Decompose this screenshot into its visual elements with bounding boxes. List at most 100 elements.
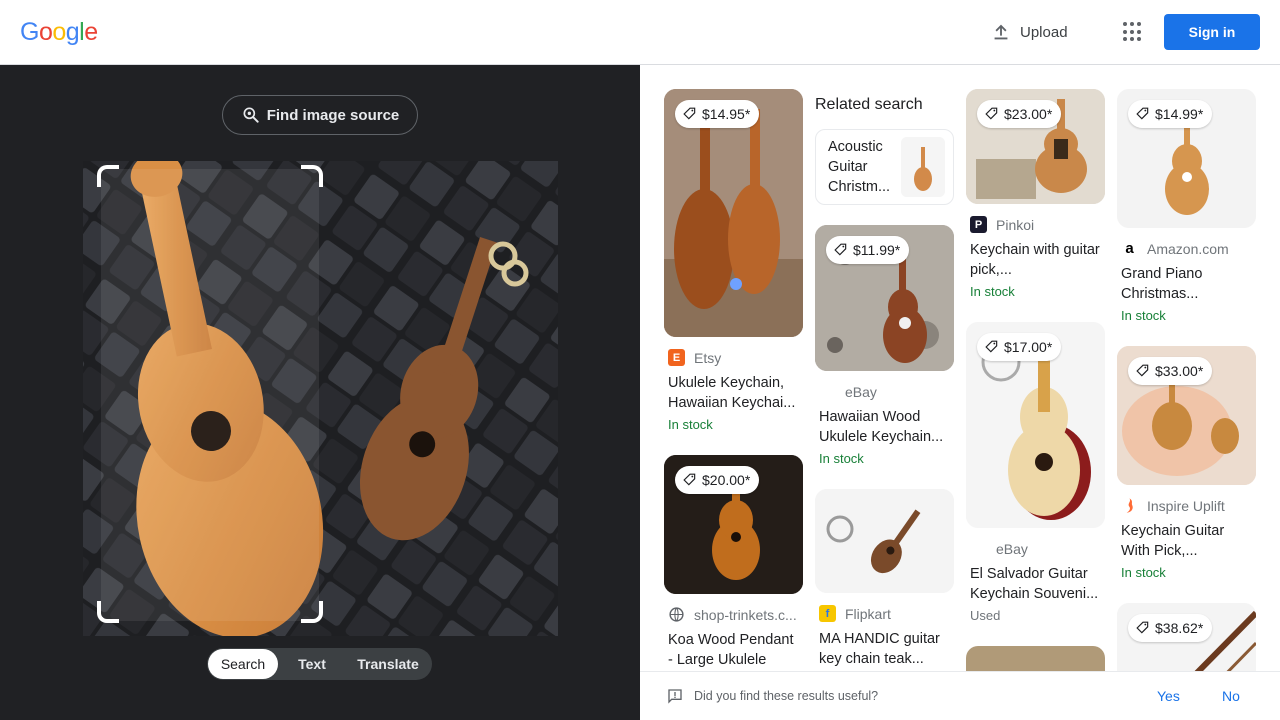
price-tag-icon bbox=[683, 473, 696, 486]
source-name: Etsy bbox=[694, 349, 722, 366]
price-text: $14.99* bbox=[1155, 106, 1204, 122]
result-title[interactable]: MA HANDIC guitar key chain teak... bbox=[819, 629, 949, 669]
logo-letter: g bbox=[65, 18, 80, 46]
stock-status: In stock bbox=[1121, 308, 1166, 323]
crop-handle-bottom-left[interactable] bbox=[97, 601, 119, 623]
result-title[interactable]: Hawaiian Wood Ukulele Keychain... bbox=[819, 407, 949, 447]
result-thumbnail[interactable]: $17.00* bbox=[966, 322, 1105, 528]
feedback-question: Did you find these results useful? bbox=[694, 689, 879, 703]
find-image-source-button[interactable]: Find image source bbox=[222, 95, 418, 135]
price-text: $17.00* bbox=[1004, 339, 1053, 355]
price-tag-icon bbox=[834, 243, 847, 256]
result-image bbox=[815, 489, 954, 593]
ukulele-keychain-photo bbox=[83, 161, 558, 636]
price-badge: $17.00* bbox=[977, 333, 1062, 361]
result-card[interactable]: $11.99* eBay Hawaiian Wood Ukulele Keych… bbox=[815, 225, 954, 466]
result-thumbnail[interactable] bbox=[966, 646, 1105, 671]
tab-text[interactable]: Text bbox=[278, 649, 346, 679]
price-tag-icon bbox=[1136, 107, 1149, 120]
price-badge: $38.62* bbox=[1128, 614, 1213, 642]
result-card[interactable]: $14.99* a Amazon.com Grand Piano Christm… bbox=[1117, 89, 1256, 323]
result-title[interactable]: Keychain Guitar With Pick,... bbox=[1121, 521, 1251, 561]
result-card[interactable]: $23.00* P Pinkoi Keychain with guitar pi… bbox=[966, 89, 1105, 299]
result-card[interactable]: $33.00* Inspire Uplift Keychain Guitar W… bbox=[1117, 346, 1256, 580]
price-badge: $14.99* bbox=[1128, 100, 1213, 128]
result-thumbnail[interactable]: $14.95* bbox=[664, 89, 803, 337]
feedback-yes-button[interactable]: Yes bbox=[1157, 688, 1180, 704]
source-name: Pinkoi bbox=[996, 216, 1035, 233]
result-source: a Amazon.com bbox=[1121, 240, 1256, 257]
result-title[interactable]: Ukulele Keychain, Hawaiian Keychai... bbox=[668, 373, 798, 413]
crop-handle-bottom-right[interactable] bbox=[301, 601, 323, 623]
upload-label: Upload bbox=[1020, 23, 1068, 41]
price-tag-icon bbox=[1136, 621, 1149, 634]
sign-in-button[interactable]: Sign in bbox=[1164, 14, 1260, 50]
stock-status: In stock bbox=[819, 451, 864, 466]
price-text: $33.00* bbox=[1155, 363, 1204, 379]
result-thumbnail[interactable]: $20.00* bbox=[664, 455, 803, 594]
result-title[interactable]: Grand Piano Christmas... bbox=[1121, 264, 1251, 304]
logo-letter: G bbox=[20, 18, 39, 46]
pinkoi-icon: P bbox=[970, 216, 987, 233]
logo-letter: o bbox=[52, 18, 66, 46]
mode-tabs: Search Text Translate bbox=[207, 648, 432, 680]
etsy-icon: E bbox=[668, 349, 685, 366]
price-text: $23.00* bbox=[1004, 106, 1053, 122]
inspire-uplift-icon bbox=[1126, 498, 1133, 513]
price-badge: $14.95* bbox=[675, 100, 760, 128]
result-card[interactable]: $20.00* shop-trinkets.c... Koa Wood Pend… bbox=[664, 455, 803, 670]
price-text: $20.00* bbox=[702, 472, 751, 488]
price-tag-icon bbox=[985, 107, 998, 120]
price-badge: $11.99* bbox=[826, 236, 910, 264]
result-card[interactable]: $38.62* bbox=[1117, 603, 1256, 671]
crop-handle-top-right[interactable] bbox=[301, 165, 323, 187]
result-card[interactable] bbox=[966, 646, 1105, 671]
result-title[interactable]: Koa Wood Pendant - Large Ukulele bbox=[668, 630, 798, 670]
price-text: $14.95* bbox=[702, 106, 751, 122]
result-title[interactable]: Keychain with guitar pick,... bbox=[970, 240, 1100, 280]
price-badge: $23.00* bbox=[977, 100, 1062, 128]
related-search-heading: Related search bbox=[815, 96, 923, 113]
stock-status: In stock bbox=[970, 284, 1015, 299]
result-card[interactable]: $17.00* eBay El Salvador Guitar Keychain… bbox=[966, 322, 1105, 623]
result-thumbnail[interactable] bbox=[815, 489, 954, 593]
ebay-icon bbox=[819, 383, 836, 400]
ebay-icon bbox=[970, 540, 987, 557]
find-image-source-label: Find image source bbox=[266, 106, 400, 124]
tab-translate[interactable]: Translate bbox=[346, 649, 430, 679]
tab-search[interactable]: Search bbox=[208, 649, 278, 679]
stock-status: In stock bbox=[668, 417, 713, 432]
lens-search-icon bbox=[243, 107, 259, 123]
result-source: eBay bbox=[819, 383, 954, 400]
result-thumbnail[interactable]: $14.99* bbox=[1117, 89, 1256, 228]
google-logo[interactable]: Google bbox=[20, 18, 98, 47]
result-title[interactable]: El Salvador Guitar Keychain Souveni... bbox=[970, 564, 1100, 604]
feedback-icon bbox=[668, 689, 682, 704]
result-thumbnail[interactable]: $11.99* bbox=[815, 225, 954, 371]
result-source: Inspire Uplift bbox=[1121, 497, 1256, 514]
result-source: eBay bbox=[970, 540, 1105, 557]
price-tag-icon bbox=[985, 340, 998, 353]
result-thumbnail[interactable]: $33.00* bbox=[1117, 346, 1256, 485]
crop-handle-top-left[interactable] bbox=[97, 165, 119, 187]
image-preview-panel: Find image source Search Text Translate bbox=[0, 65, 640, 720]
price-text: $38.62* bbox=[1155, 620, 1204, 636]
result-source: P Pinkoi bbox=[970, 216, 1105, 233]
apps-grid-icon[interactable] bbox=[1120, 20, 1144, 44]
source-name: Amazon.com bbox=[1147, 240, 1229, 257]
source-name: Flipkart bbox=[845, 605, 891, 622]
related-search-chip[interactable]: Acoustic Guitar Christm... bbox=[815, 129, 954, 205]
visual-matches-results: $14.95* E Etsy Ukulele Keychain, Hawaiia… bbox=[640, 65, 1280, 671]
upload-icon bbox=[994, 24, 1008, 40]
result-thumbnail[interactable]: $38.62* bbox=[1117, 603, 1256, 671]
source-name: shop-trinkets.c... bbox=[694, 606, 797, 623]
upload-button[interactable]: Upload bbox=[990, 16, 1068, 48]
stock-status: In stock bbox=[1121, 565, 1166, 580]
related-search-label: Acoustic Guitar Christm... bbox=[828, 139, 891, 195]
flipkart-icon: f bbox=[819, 605, 836, 622]
query-image bbox=[83, 161, 558, 636]
feedback-no-button[interactable]: No bbox=[1222, 688, 1240, 704]
result-card[interactable]: $14.95* E Etsy Ukulele Keychain, Hawaiia… bbox=[664, 89, 803, 432]
result-thumbnail[interactable]: $23.00* bbox=[966, 89, 1105, 204]
result-card[interactable]: f Flipkart MA HANDIC guitar key chain te… bbox=[815, 489, 954, 669]
